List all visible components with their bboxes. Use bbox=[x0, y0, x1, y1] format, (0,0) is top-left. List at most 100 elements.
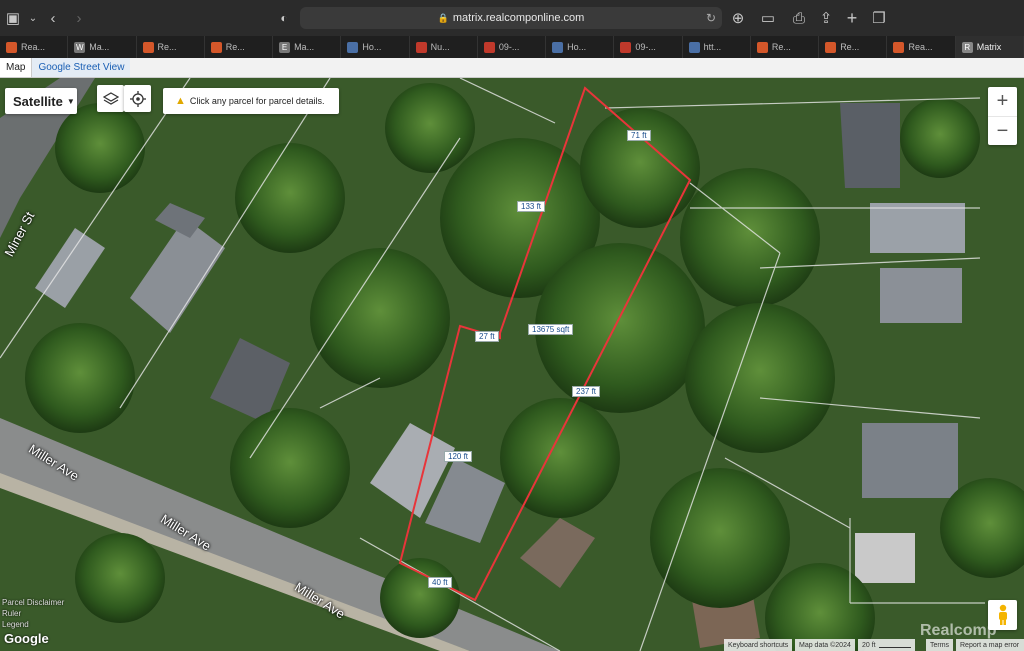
browser-tab[interactable]: Re... bbox=[819, 36, 888, 58]
layers-icon bbox=[102, 91, 119, 105]
shield-icon[interactable]: ◐ bbox=[275, 9, 293, 27]
legend-link[interactable]: Legend bbox=[2, 620, 29, 629]
reload-icon[interactable]: ↻ bbox=[706, 11, 716, 25]
zoom-control: + − bbox=[988, 87, 1017, 145]
doc-icon bbox=[688, 41, 700, 53]
tab-label: htt... bbox=[703, 42, 722, 52]
tab-street-view[interactable]: Google Street View bbox=[32, 58, 131, 77]
address-bar[interactable]: 🔒 matrix.realcomponline.com ↻ bbox=[300, 7, 722, 29]
report-map-error-link[interactable]: Report a map error bbox=[956, 639, 1024, 651]
map-scale-label: 20 ft bbox=[862, 641, 876, 649]
ruler-tool-icon[interactable]: ▭ bbox=[759, 9, 777, 27]
dimension-left-lower: 120 ft bbox=[444, 451, 473, 462]
tab-label: Ma... bbox=[89, 42, 110, 52]
lock-icon: 🔒 bbox=[437, 12, 449, 23]
map-type-dropdown[interactable]: Satellite ▼ bbox=[5, 88, 77, 114]
tab-label: Ma... bbox=[294, 42, 315, 52]
map-imagery bbox=[0, 78, 1024, 651]
sidebar-toggle-icon[interactable]: ▣ bbox=[4, 9, 22, 27]
browser-tab[interactable]: Nu... bbox=[410, 36, 478, 58]
browser-tab[interactable]: Rea... bbox=[0, 36, 69, 58]
url-text: matrix.realcomponline.com bbox=[452, 12, 585, 24]
realcomp-icon bbox=[142, 41, 154, 53]
parcel-disclaimer-link[interactable]: Parcel Disclaimer bbox=[2, 598, 64, 607]
browser-tab[interactable]: E Ma... bbox=[273, 36, 342, 58]
warning-icon: ▲ bbox=[175, 95, 186, 107]
caret-down-icon: ▼ bbox=[66, 96, 75, 106]
zoom-out-button[interactable]: − bbox=[988, 116, 1017, 145]
ruler-link[interactable]: Ruler bbox=[2, 609, 21, 618]
browser-tab[interactable]: Re... bbox=[137, 36, 205, 58]
parcel-notice: ▲ Click any parcel for parcel details. bbox=[163, 88, 339, 114]
browser-tab[interactable]: Rea... bbox=[887, 36, 956, 58]
google-logo: Google bbox=[4, 631, 49, 646]
tab-label: 09-... bbox=[635, 42, 656, 52]
browser-tab[interactable]: Ho... bbox=[341, 36, 410, 58]
flag-icon bbox=[415, 41, 427, 53]
realcomp-icon bbox=[6, 41, 17, 53]
tab-label: Rea... bbox=[908, 42, 933, 52]
tab-label: Rea... bbox=[21, 42, 46, 52]
chevron-down-icon[interactable]: ⌄ bbox=[24, 9, 42, 27]
parcel-area: 13675 sqft bbox=[528, 324, 574, 335]
keyboard-shortcuts-link[interactable]: Keyboard shortcuts bbox=[724, 639, 793, 651]
map-view-tabs: Map Google Street View bbox=[0, 58, 1024, 78]
browser-tab[interactable]: Re... bbox=[205, 36, 274, 58]
dimension-bottom: 40 ft bbox=[428, 577, 452, 588]
browser-tab[interactable]: W Ma... bbox=[68, 36, 137, 58]
browser-toolbar: ▣ ⌄ ‹ › ◐ 🔒 matrix.realcomponline.com ↻ … bbox=[0, 0, 1024, 36]
tab-label: Re... bbox=[157, 42, 177, 52]
tab-label: Matrix bbox=[976, 42, 1002, 52]
scale-bar bbox=[878, 643, 911, 648]
tab-overview-icon[interactable]: ❐ bbox=[870, 9, 888, 27]
tab-label: Re... bbox=[771, 42, 791, 52]
tab-label: Ho... bbox=[567, 42, 587, 52]
dimension-top: 71 ft bbox=[627, 130, 651, 141]
flag-icon bbox=[620, 41, 632, 53]
zoom-in-button[interactable]: + bbox=[988, 87, 1017, 116]
map-data-attribution: Map data ©2024 bbox=[795, 639, 855, 651]
crosshair-icon bbox=[129, 90, 146, 107]
realcomp-icon bbox=[825, 41, 837, 53]
doc-icon bbox=[552, 41, 564, 53]
tab-label: Re... bbox=[840, 42, 860, 52]
favicon-letter: R bbox=[961, 41, 973, 53]
tab-label: Ho... bbox=[362, 42, 382, 52]
browser-tab[interactable]: 09-... bbox=[614, 36, 683, 58]
layers-button[interactable] bbox=[97, 85, 124, 112]
favicon-letter: W bbox=[74, 41, 86, 53]
browser-tab[interactable]: htt... bbox=[683, 36, 751, 58]
back-icon[interactable]: ‹ bbox=[44, 9, 62, 27]
satellite-map[interactable]: 71 ft 133 ft 27 ft 13675 sqft 237 ft 120… bbox=[0, 78, 1024, 651]
terms-link[interactable]: Terms bbox=[926, 639, 954, 651]
download-icon[interactable]: ⊕ bbox=[729, 9, 747, 27]
browser-tab[interactable]: Ho... bbox=[546, 36, 615, 58]
favicon-letter: E bbox=[279, 41, 291, 53]
dimension-right: 237 ft bbox=[572, 386, 601, 397]
realcomp-watermark: Realcomp bbox=[920, 622, 997, 639]
browser-tab[interactable]: R Matrix bbox=[955, 36, 1024, 58]
dimension-notch: 27 ft bbox=[475, 331, 499, 342]
tab-label: Nu... bbox=[430, 42, 450, 52]
browser-tab[interactable]: 09-... bbox=[478, 36, 547, 58]
tab-label: Re... bbox=[225, 42, 245, 52]
new-tab-icon[interactable]: + bbox=[843, 8, 861, 28]
flag-icon bbox=[483, 41, 495, 53]
print-icon[interactable]: ⎙ bbox=[790, 9, 808, 27]
realcomp-icon bbox=[893, 41, 905, 53]
doc-icon bbox=[347, 41, 359, 53]
realcomp-icon bbox=[756, 41, 768, 53]
realcomp-icon bbox=[210, 41, 222, 53]
share-icon[interactable]: ⇪ bbox=[817, 9, 835, 27]
tab-label: 09-... bbox=[498, 42, 520, 52]
pegman-icon bbox=[998, 604, 1007, 625]
browser-tab[interactable]: Re... bbox=[751, 36, 820, 58]
locate-button[interactable] bbox=[124, 85, 151, 112]
dimension-left-upper: 133 ft bbox=[517, 201, 546, 212]
forward-icon[interactable]: › bbox=[70, 9, 88, 27]
tab-strip: Rea... W Ma... Re... Re... E Ma... Ho... Nu... 09… bbox=[0, 36, 1024, 58]
map-type-label: Satellite bbox=[13, 93, 63, 109]
tab-map[interactable]: Map bbox=[0, 58, 33, 77]
map-scale: 20 ft bbox=[858, 639, 915, 651]
parcel-notice-text: Click any parcel for parcel details. bbox=[189, 96, 325, 106]
